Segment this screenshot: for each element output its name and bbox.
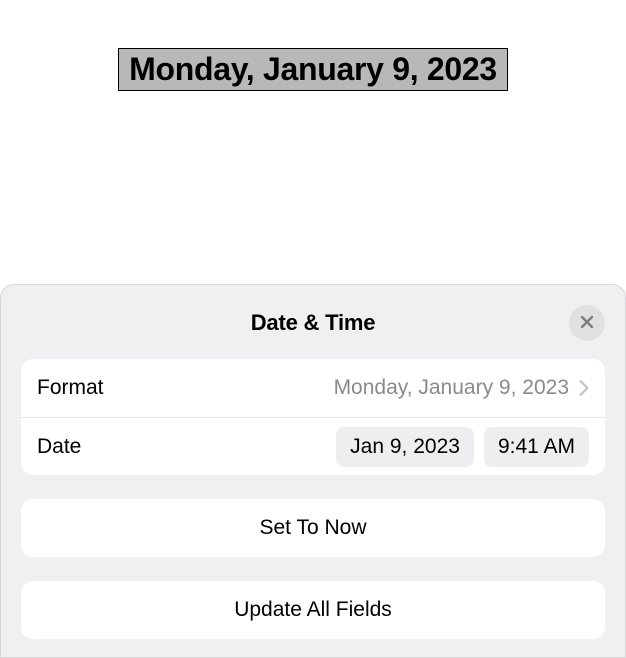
date-picker[interactable]: Jan 9, 2023 xyxy=(336,427,474,467)
panel-title: Date & Time xyxy=(251,310,376,336)
format-label: Format xyxy=(37,376,104,400)
date-label: Date xyxy=(37,435,81,459)
chevron-right-icon xyxy=(579,380,589,396)
date-display-text: Monday, January 9, 2023 xyxy=(129,51,497,87)
date-display-field[interactable]: Monday, January 9, 2023 xyxy=(118,48,508,91)
date-time-pickers: Jan 9, 2023 9:41 AM xyxy=(336,427,589,467)
format-value: Monday, January 9, 2023 xyxy=(334,376,569,400)
close-button[interactable] xyxy=(569,305,605,341)
format-right: Monday, January 9, 2023 xyxy=(334,376,589,400)
update-all-fields-button[interactable]: Update All Fields xyxy=(21,581,605,639)
close-icon xyxy=(580,315,594,332)
format-row[interactable]: Format Monday, January 9, 2023 xyxy=(21,359,605,417)
date-row: Date Jan 9, 2023 9:41 AM xyxy=(21,417,605,475)
panel-header: Date & Time xyxy=(21,303,605,343)
settings-group: Format Monday, January 9, 2023 Date Jan … xyxy=(21,359,605,475)
set-to-now-button[interactable]: Set To Now xyxy=(21,499,605,557)
time-picker[interactable]: 9:41 AM xyxy=(484,427,589,467)
date-time-panel: Date & Time Format Monday, January 9, 20… xyxy=(0,284,626,658)
